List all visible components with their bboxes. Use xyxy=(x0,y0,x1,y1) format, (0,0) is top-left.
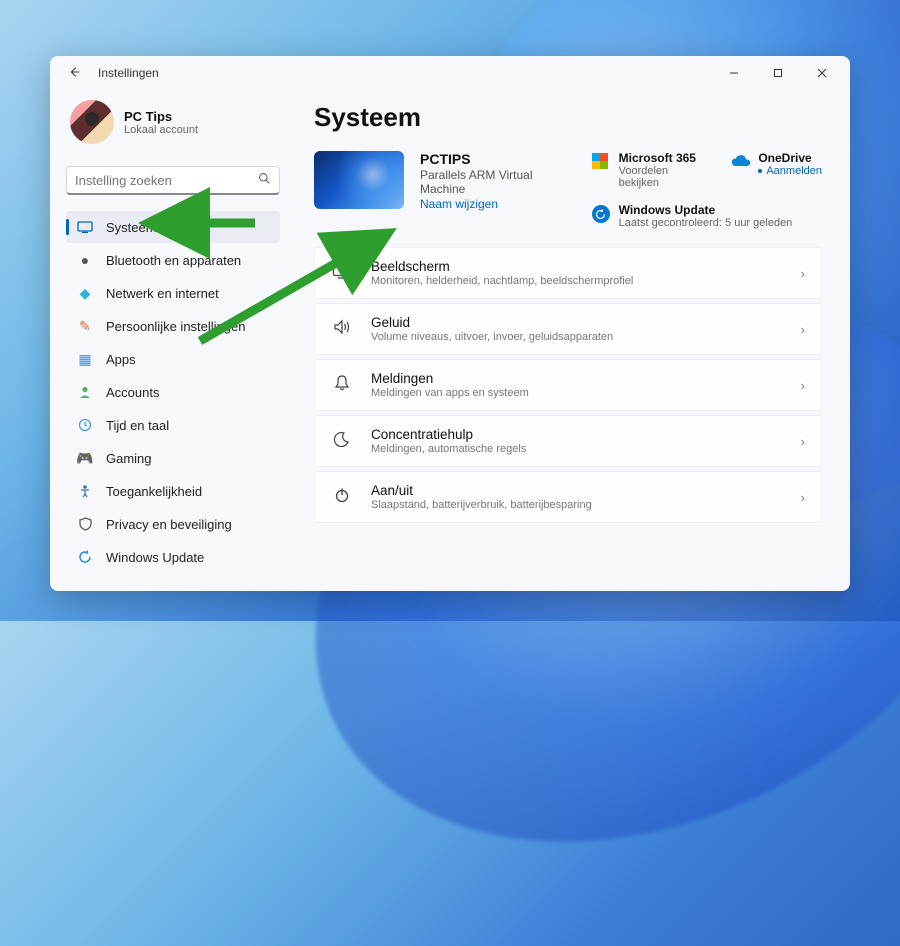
hero-item-sub: Aanmelden xyxy=(758,165,822,177)
chevron-right-icon: › xyxy=(801,490,805,505)
window-title: Instellingen xyxy=(98,66,159,80)
main-pane: Systeem PCTIPS Parallels ARM Virtual Mac… xyxy=(290,90,850,591)
sidebar-item-label: Accounts xyxy=(106,385,159,400)
window-controls xyxy=(712,58,844,88)
sidebar-item-label: Gaming xyxy=(106,451,152,466)
hero-item-title: Windows Update xyxy=(619,203,793,217)
avatar xyxy=(70,100,114,144)
chevron-right-icon: › xyxy=(801,322,805,337)
rename-link[interactable]: Naam wijzigen xyxy=(420,197,576,211)
profile-block[interactable]: PC Tips Lokaal account xyxy=(66,94,280,150)
sidebar-item-label: Bluetooth en apparaten xyxy=(106,253,241,268)
search-icon xyxy=(258,172,271,188)
bell-icon xyxy=(331,374,353,396)
card-sub: Volume niveaus, uitvoer, invoer, geluids… xyxy=(371,331,801,343)
hero-row: PCTIPS Parallels ARM Virtual Machine Naa… xyxy=(314,151,822,229)
card-title: Beeldscherm xyxy=(371,259,801,274)
profile-account-type: Lokaal account xyxy=(124,124,198,136)
chevron-right-icon: › xyxy=(801,266,805,281)
back-button[interactable] xyxy=(64,65,84,82)
device-model: Parallels ARM Virtual Machine xyxy=(420,168,576,196)
sidebar: PC Tips Lokaal account Systeem ● Bluetoo… xyxy=(50,90,290,591)
settings-cards: Beeldscherm Monitoren, helderheid, nacht… xyxy=(314,247,822,523)
card-focus[interactable]: Concentratiehulp Meldingen, automatische… xyxy=(314,415,822,467)
sidebar-item-label: Toegankelijkheid xyxy=(106,484,202,499)
sidebar-item-accessibility[interactable]: Toegankelijkheid xyxy=(66,475,280,507)
search-input[interactable] xyxy=(75,173,258,188)
wifi-icon: ◆ xyxy=(76,284,94,302)
microsoft-365-icon xyxy=(592,153,608,169)
sidebar-item-label: Windows Update xyxy=(106,550,204,565)
close-button[interactable] xyxy=(800,58,844,88)
sidebar-item-personalize[interactable]: ✎ Persoonlijke instellingen xyxy=(66,310,280,342)
sidebar-item-gaming[interactable]: 🎮 Gaming xyxy=(66,442,280,474)
accessibility-icon xyxy=(76,482,94,500)
sidebar-item-bluetooth[interactable]: ● Bluetooth en apparaten xyxy=(66,244,280,276)
moon-icon xyxy=(331,431,353,452)
sidebar-item-label: Tijd en taal xyxy=(106,418,169,433)
device-name: PCTIPS xyxy=(420,151,576,167)
sidebar-item-label: Privacy en beveiliging xyxy=(106,517,232,532)
card-sub: Monitoren, helderheid, nachtlamp, beelds… xyxy=(371,275,801,287)
brush-icon: ✎ xyxy=(76,317,94,335)
card-sub: Meldingen, automatische regels xyxy=(371,443,801,455)
card-title: Concentratiehulp xyxy=(371,427,801,442)
hero-item-sub: Voordelen bekijken xyxy=(619,165,704,189)
person-icon xyxy=(76,383,94,401)
hero-item-sub: Laatst gecontroleerd: 5 uur geleden xyxy=(619,217,793,229)
card-title: Geluid xyxy=(371,315,801,330)
device-thumbnail[interactable] xyxy=(314,151,404,209)
card-power[interactable]: Aan/uit Slaapstand, batterijverbruik, ba… xyxy=(314,471,822,523)
chevron-right-icon: › xyxy=(801,434,805,449)
search-box[interactable] xyxy=(66,166,280,195)
shield-icon xyxy=(76,515,94,533)
display-icon xyxy=(331,263,353,284)
sidebar-item-apps[interactable]: ▦ Apps xyxy=(66,343,280,375)
sound-icon xyxy=(331,319,353,340)
card-title: Meldingen xyxy=(371,371,801,386)
apps-icon: ▦ xyxy=(76,350,94,368)
onedrive-icon xyxy=(731,153,749,171)
nav-list: Systeem ● Bluetooth en apparaten ◆ Netwe… xyxy=(66,211,280,573)
sidebar-item-network[interactable]: ◆ Netwerk en internet xyxy=(66,277,280,309)
card-sub: Meldingen van apps en systeem xyxy=(371,387,801,399)
card-sound[interactable]: Geluid Volume niveaus, uitvoer, invoer, … xyxy=(314,303,822,355)
card-sub: Slaapstand, batterijverbruik, batterijbe… xyxy=(371,499,801,511)
profile-name: PC Tips xyxy=(124,109,198,124)
card-title: Aan/uit xyxy=(371,483,801,498)
system-icon xyxy=(76,218,94,236)
hero-item-title: OneDrive xyxy=(758,151,822,165)
sidebar-item-privacy[interactable]: Privacy en beveiliging xyxy=(66,508,280,540)
page-title: Systeem xyxy=(314,102,822,133)
sidebar-item-label: Netwerk en internet xyxy=(106,286,219,301)
power-icon xyxy=(331,487,353,508)
settings-window: Instellingen PC Tips Lokaal account xyxy=(50,56,850,591)
hero-ms365[interactable]: Microsoft 365 Voordelen bekijken xyxy=(592,151,704,189)
gamepad-icon: 🎮 xyxy=(76,449,94,467)
sidebar-item-time[interactable]: Tijd en taal xyxy=(66,409,280,441)
update-icon xyxy=(76,548,94,566)
titlebar: Instellingen xyxy=(50,56,850,90)
card-notifications[interactable]: Meldingen Meldingen van apps en systeem … xyxy=(314,359,822,411)
bluetooth-icon: ● xyxy=(76,251,94,269)
hero-item-title: Microsoft 365 xyxy=(619,151,704,165)
chevron-right-icon: › xyxy=(801,378,805,393)
sidebar-item-label: Apps xyxy=(106,352,136,367)
hero-windows-update[interactable]: Windows Update Laatst gecontroleerd: 5 u… xyxy=(592,203,822,229)
minimize-button[interactable] xyxy=(712,58,756,88)
arrow-left-icon xyxy=(67,65,81,79)
sidebar-item-accounts[interactable]: Accounts xyxy=(66,376,280,408)
maximize-button[interactable] xyxy=(756,58,800,88)
sidebar-item-update[interactable]: Windows Update xyxy=(66,541,280,573)
card-display[interactable]: Beeldscherm Monitoren, helderheid, nacht… xyxy=(314,247,822,299)
hero-onedrive[interactable]: OneDrive Aanmelden xyxy=(731,151,822,189)
sidebar-item-system[interactable]: Systeem xyxy=(66,211,280,243)
sidebar-item-label: Systeem xyxy=(106,220,157,235)
clock-icon xyxy=(76,416,94,434)
windows-update-icon xyxy=(592,205,610,223)
sidebar-item-label: Persoonlijke instellingen xyxy=(106,319,245,334)
